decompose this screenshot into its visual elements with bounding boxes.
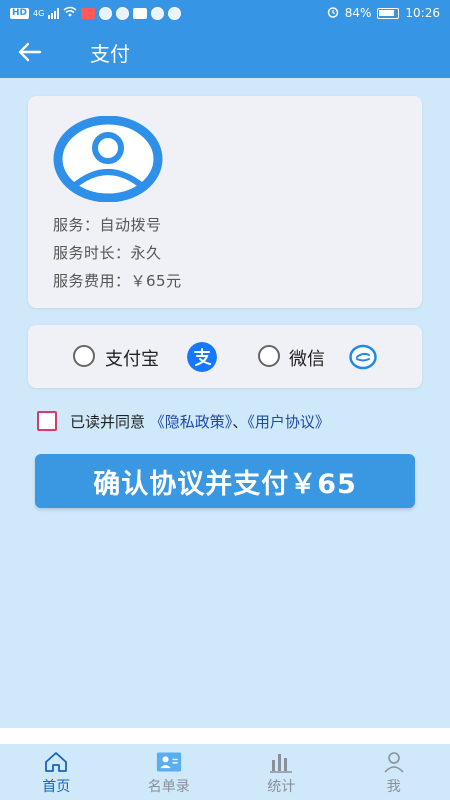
notification-icon-5 (168, 6, 182, 20)
tab-statistics-label: 统计 (267, 779, 296, 795)
service-fee: 服务费用：￥65元 (53, 272, 182, 290)
tab-home[interactable]: 首页 (0, 744, 113, 800)
wifi-icon (63, 6, 77, 20)
status-bar: HD 4G 84% 10:26 (0, 0, 450, 26)
notification-icon-4 (151, 6, 165, 20)
page-title: 支付 (90, 41, 130, 66)
status-right: 84% 10:26 (327, 6, 440, 21)
back-button[interactable] (0, 26, 60, 78)
service-name: 服务：自动拨号 (53, 216, 162, 234)
clock: 10:26 (405, 6, 440, 20)
bottom-separator (0, 728, 450, 744)
tab-contacts[interactable]: 名单录 (113, 744, 226, 800)
agreement-separator: 、 (232, 413, 248, 431)
tab-statistics[interactable]: 统计 (225, 744, 338, 800)
bottom-tab-bar: 首页 名单录 统计 我 (0, 744, 450, 800)
alipay-label[interactable]: 支付宝 (105, 345, 159, 371)
user-icon (381, 750, 407, 774)
hd-badge: HD (10, 7, 30, 19)
network-label: 4G (33, 8, 45, 18)
agreement-checkbox[interactable] (37, 411, 57, 431)
user-agreement-link[interactable]: 《用户协议》 (247, 413, 330, 431)
wechat-icon (349, 344, 377, 370)
tab-home-label: 首页 (42, 779, 71, 795)
alarm-icon (327, 6, 339, 21)
agreement-text: 已读并同意 《隐私政策》、《用户协议》 (70, 411, 330, 432)
service-duration: 服务时长：永久 (53, 244, 162, 262)
privacy-policy-link[interactable]: 《隐私政策》 (150, 413, 233, 431)
tab-me[interactable]: 我 (338, 744, 450, 800)
alipay-icon (187, 342, 217, 372)
agreement-prefix: 已读并同意 (70, 413, 146, 431)
battery-icon (377, 7, 400, 19)
contacts-icon (156, 750, 182, 774)
tab-me-label: 我 (386, 779, 401, 795)
music-app-icon (81, 7, 96, 19)
wechat-label[interactable]: 微信 (289, 345, 325, 371)
confirm-pay-button[interactable]: 确认协议并支付￥65 (35, 454, 415, 508)
wechat-radio[interactable] (258, 345, 280, 367)
home-icon (43, 750, 69, 774)
notification-icon-1 (99, 6, 113, 20)
alipay-radio[interactable] (73, 345, 95, 367)
nav-bar: 支付 (0, 26, 450, 78)
chart-icon (268, 750, 294, 774)
battery-percent: 84% (344, 6, 372, 20)
signal-icon (48, 7, 60, 19)
notification-icon-3 (133, 7, 148, 19)
avatar-icon (53, 116, 163, 202)
notification-icon-2 (116, 6, 130, 20)
tab-contacts-label: 名单录 (147, 779, 190, 795)
status-left: HD 4G (10, 6, 182, 20)
back-arrow-icon (18, 42, 42, 62)
